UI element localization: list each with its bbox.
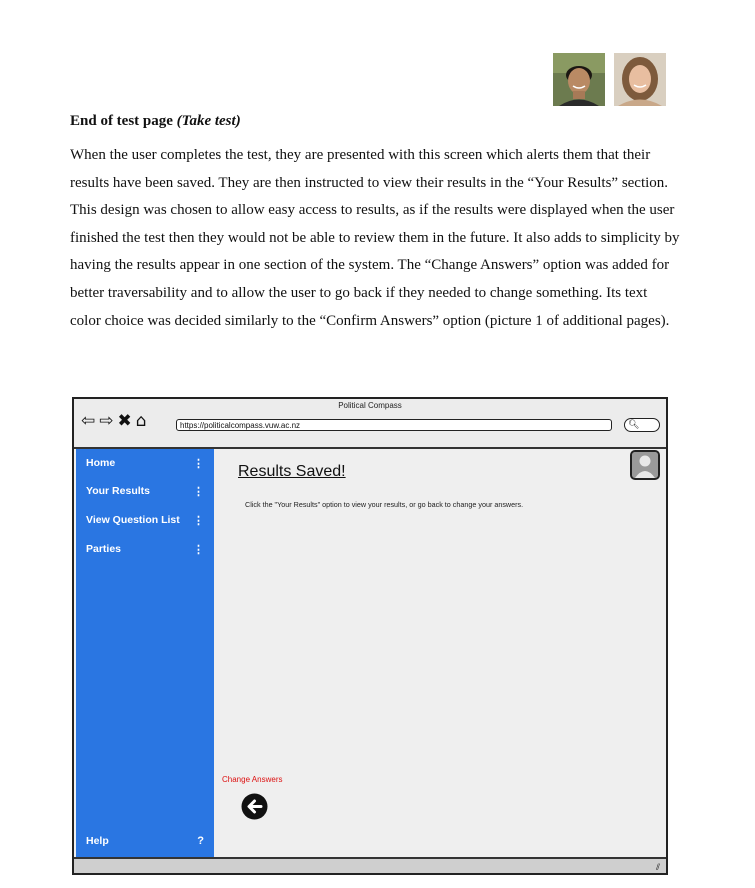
sidebar-item-parties[interactable]: Parties ⋮ [86, 543, 206, 557]
more-icon: ⋮ [193, 544, 204, 556]
sidebar-item-your-results[interactable]: Your Results ⋮ [86, 485, 206, 499]
sidebar-item-label: Your Results [86, 485, 150, 497]
section-heading-italic: (Take test) [176, 113, 241, 129]
sidebar-item-label: Parties [86, 543, 122, 555]
help-icon: ? [197, 835, 204, 847]
change-answers-link[interactable]: Change Answers [222, 775, 282, 784]
info-message: Click the "Your Results" option to view … [245, 500, 524, 509]
close-icon[interactable]: ✖ [118, 412, 132, 430]
forward-arrow-icon[interactable]: ⇨ [99, 412, 113, 430]
url-bar[interactable]: https://politicalcompass.vuw.ac.nz [176, 419, 612, 431]
status-bar: ⫽ [74, 857, 666, 873]
search-icon: 🔍︎ [628, 420, 640, 430]
description-paragraph: When the user completes the test, they a… [70, 147, 680, 329]
more-icon: ⋮ [193, 486, 204, 498]
sidebar-item-label: View Question List [86, 514, 180, 526]
sidebar: Home ⋮ Your Results ⋮ View Question List… [76, 449, 214, 861]
user-icon [632, 452, 658, 478]
more-icon: ⋮ [193, 458, 204, 470]
window-title: Political Compass [338, 401, 402, 410]
home-icon[interactable]: ⌂ [136, 412, 147, 430]
browser-mockup: Political Compass ⇦ ⇨ ✖ ⌂ https://politi… [72, 397, 668, 875]
sidebar-item-home[interactable]: Home ⋮ [86, 457, 206, 471]
search-button[interactable]: 🔍︎ [624, 418, 660, 432]
section-heading: End of test page (Take test) [70, 113, 241, 129]
sidebar-item-help[interactable]: Help ? [86, 835, 206, 849]
page-title: Results Saved! [238, 463, 346, 480]
team-member-photo-2 [614, 53, 666, 106]
back-circle-arrow-icon[interactable] [241, 793, 268, 820]
resize-handle-icon[interactable]: ⫽ [656, 863, 660, 873]
sidebar-item-label: Help [86, 835, 109, 847]
team-member-photo-1 [553, 53, 605, 106]
sidebar-item-label: Home [86, 457, 116, 469]
more-icon: ⋮ [193, 515, 204, 527]
sidebar-item-view-question-list[interactable]: View Question List ⋮ [86, 514, 206, 528]
user-profile-button[interactable] [630, 450, 660, 480]
browser-titlebar: Political Compass ⇦ ⇨ ✖ ⌂ https://politi… [74, 399, 666, 449]
back-arrow-icon[interactable]: ⇦ [81, 412, 95, 430]
main-content: Results Saved! Click the "Your Results" … [214, 449, 666, 861]
